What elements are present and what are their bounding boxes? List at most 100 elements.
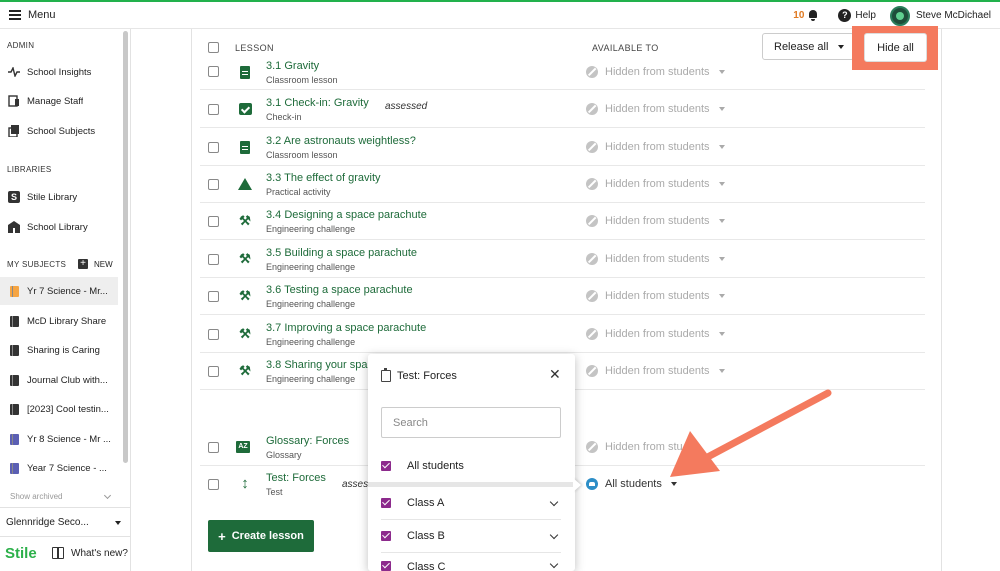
- lesson-title[interactable]: 3.1 Check-in: Gravity: [266, 97, 369, 109]
- lesson-title[interactable]: 3.5 Building a space parachute: [266, 247, 417, 259]
- table-row[interactable]: ⚒ 3.7 Improving a space parachute Engine…: [200, 316, 925, 353]
- table-row[interactable]: ⚒ 3.6 Testing a space parachute Engineer…: [200, 278, 925, 315]
- user-name[interactable]: Steve McDichael: [916, 10, 991, 21]
- row-checkbox[interactable]: [208, 479, 219, 490]
- help-label[interactable]: Help: [855, 10, 876, 21]
- availability-dropdown[interactable]: Hidden from students: [586, 141, 725, 153]
- row-checkbox[interactable]: [208, 254, 219, 265]
- book-icon: [8, 403, 20, 415]
- sidebar-item-stile-library[interactable]: S Stile Library: [0, 183, 118, 211]
- create-lesson-button[interactable]: + Create lesson: [208, 520, 314, 552]
- lesson-title[interactable]: Glossary: Forces: [266, 435, 349, 447]
- row-checkbox[interactable]: [208, 142, 219, 153]
- sidebar-item-school-library[interactable]: School Library: [0, 213, 118, 241]
- availability-dropdown[interactable]: Hidden from students: [586, 66, 725, 78]
- availability-dropdown[interactable]: Hidden from stu: [586, 441, 683, 453]
- sidebar-subject-cool-testing[interactable]: [2023] Cool testin...: [0, 395, 118, 423]
- table-row[interactable]: 3.1 Check-in: Gravity Check-in assessed …: [200, 91, 925, 128]
- option-class-a[interactable]: Class A: [368, 487, 575, 519]
- sidebar-subject-mcd-library-share[interactable]: McD Library Share: [0, 307, 118, 335]
- availability-dropdown[interactable]: Hidden from students: [586, 328, 725, 340]
- sidebar-subject-sharing-is-caring[interactable]: Sharing is Caring: [0, 336, 118, 364]
- sidebar-item-school-insights[interactable]: School Insights: [0, 58, 118, 86]
- caret-down-icon: [718, 70, 725, 74]
- engineering-icon: ⚒: [239, 288, 251, 303]
- checked-checkbox[interactable]: [381, 531, 391, 541]
- menu-label: Menu: [28, 9, 56, 21]
- checked-checkbox[interactable]: [381, 561, 391, 571]
- sidebar-scrollbar[interactable]: [122, 29, 130, 509]
- sidebar-item-school-subjects[interactable]: School Subjects: [0, 117, 118, 145]
- caret-down-icon: [718, 219, 725, 223]
- engineering-icon: ⚒: [239, 213, 251, 228]
- search-input[interactable]: [381, 407, 561, 438]
- school-selector[interactable]: Glennridge Seco...: [0, 507, 131, 537]
- lesson-title[interactable]: 3.2 Are astronauts weightless?: [266, 135, 416, 147]
- chevron-down-icon[interactable]: [549, 559, 559, 569]
- notification-count[interactable]: 10: [793, 10, 804, 21]
- table-row[interactable]: ⚒ 3.4 Designing a space parachute Engine…: [200, 203, 925, 240]
- table-row[interactable]: 3.1 Gravity Classroom lesson Hidden from…: [200, 54, 925, 90]
- row-checkbox[interactable]: [208, 104, 219, 115]
- help-icon[interactable]: ?: [838, 9, 852, 22]
- row-checkbox[interactable]: [208, 329, 219, 340]
- row-checkbox[interactable]: [208, 366, 219, 377]
- option-class-b[interactable]: Class B: [368, 520, 575, 552]
- row-checkbox[interactable]: [208, 66, 219, 77]
- lesson-type: Test: [266, 487, 283, 497]
- option-all-students[interactable]: All students: [368, 450, 575, 482]
- row-checkbox[interactable]: [208, 216, 219, 227]
- availability-label: Hidden from stu: [605, 441, 683, 453]
- lesson-title[interactable]: 3.8 Sharing your spa: [266, 359, 368, 371]
- table-row[interactable]: 3.2 Are astronauts weightless? Classroom…: [200, 129, 925, 166]
- popup-pointer: [573, 478, 581, 492]
- row-checkbox[interactable]: [208, 442, 219, 453]
- checked-checkbox[interactable]: [381, 461, 391, 471]
- lesson-title[interactable]: 3.6 Testing a space parachute: [266, 284, 413, 296]
- availability-dropdown[interactable]: Hidden from students: [586, 290, 725, 302]
- chevron-down-icon[interactable]: [549, 497, 559, 507]
- row-checkbox[interactable]: [208, 179, 219, 190]
- availability-dropdown[interactable]: All students: [586, 478, 677, 490]
- availability-dropdown[interactable]: Hidden from students: [586, 365, 725, 377]
- option-class-c[interactable]: Class C: [368, 553, 575, 571]
- eye-off-icon: [586, 290, 598, 302]
- lesson-type: Engineering challenge: [266, 262, 356, 272]
- scrollbar-thumb[interactable]: [123, 31, 128, 463]
- availability-dropdown[interactable]: Hidden from students: [586, 103, 725, 115]
- sidebar-subject-yr7-science[interactable]: Yr 7 Science - Mr...: [0, 277, 118, 305]
- book-icon: [8, 285, 20, 297]
- table-row[interactable]: 3.3 The effect of gravity Practical acti…: [200, 166, 925, 203]
- lesson-title[interactable]: Test: Forces: [266, 472, 326, 484]
- menu-button[interactable]: Menu: [9, 9, 56, 21]
- popup-title: Test: Forces: [397, 370, 457, 382]
- lesson-title[interactable]: 3.4 Designing a space parachute: [266, 209, 427, 221]
- close-icon[interactable]: ✕: [549, 367, 561, 381]
- sidebar-subject-journal-club[interactable]: Journal Club with...: [0, 366, 118, 394]
- chevron-down-icon[interactable]: [549, 530, 559, 540]
- availability-dropdown[interactable]: Hidden from students: [586, 215, 725, 227]
- new-subject-button[interactable]: + NEW: [78, 259, 113, 269]
- whats-new-button[interactable]: What's new?: [52, 547, 128, 559]
- sidebar-subject-year7-science[interactable]: Year 7 Science - ...: [0, 454, 118, 482]
- availability-label: Hidden from students: [605, 290, 710, 302]
- avatar[interactable]: [889, 5, 910, 26]
- sidebar-subject-yr8-science[interactable]: Yr 8 Science - Mr ...: [0, 425, 118, 453]
- select-all-checkbox[interactable]: [208, 42, 219, 53]
- table-row[interactable]: ⚒ 3.5 Building a space parachute Enginee…: [200, 241, 925, 278]
- eye-off-icon: [586, 441, 598, 453]
- hide-all-label: Hide all: [877, 41, 914, 54]
- sidebar-item-label: [2023] Cool testin...: [27, 403, 109, 415]
- show-archived-toggle[interactable]: Show archived: [10, 491, 112, 501]
- new-label: NEW: [94, 259, 113, 269]
- bell-icon[interactable]: [808, 10, 818, 21]
- availability-dropdown[interactable]: Hidden from students: [586, 178, 725, 190]
- lesson-type: Classroom lesson: [266, 75, 338, 85]
- lesson-title[interactable]: 3.1 Gravity: [266, 60, 319, 72]
- lesson-title[interactable]: 3.7 Improving a space parachute: [266, 322, 426, 334]
- row-checkbox[interactable]: [208, 291, 219, 302]
- sidebar-item-manage-staff[interactable]: Manage Staff: [0, 87, 118, 115]
- availability-dropdown[interactable]: Hidden from students: [586, 253, 725, 265]
- checked-checkbox[interactable]: [381, 498, 391, 508]
- lesson-title[interactable]: 3.3 The effect of gravity: [266, 172, 381, 184]
